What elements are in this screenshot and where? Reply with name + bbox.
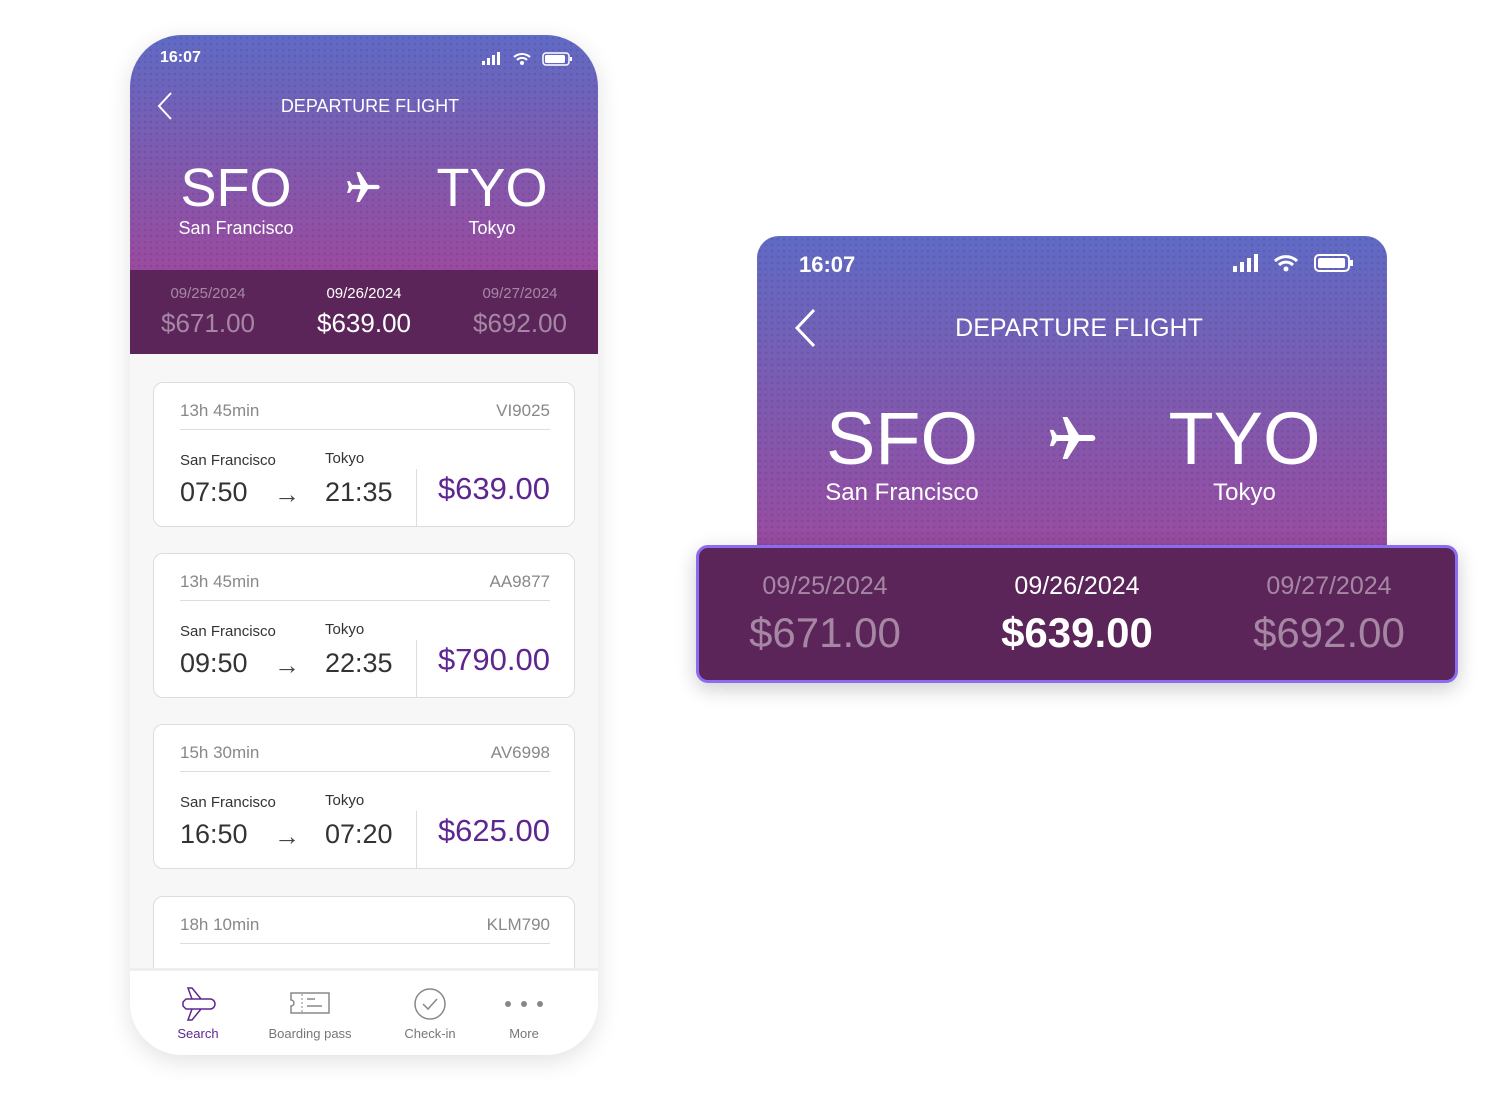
departure-time: 16:50	[180, 819, 248, 849]
arrow-right-icon: →	[274, 650, 300, 680]
destination-code: TYO	[436, 158, 548, 218]
duration: 18h 10min	[180, 915, 260, 934]
more-dots-icon	[505, 1001, 543, 1007]
divider	[416, 811, 417, 869]
date-price: $671.00	[161, 308, 255, 338]
divider	[416, 469, 417, 527]
divider	[180, 943, 550, 944]
nav-check-in[interactable]: Check-in	[390, 985, 470, 1041]
date-option[interactable]: 09/27/2024 $692.00	[473, 285, 567, 339]
nav-label: Boarding pass	[268, 1026, 352, 1041]
flight-code: AA9877	[489, 572, 551, 591]
origin-city: San Francisco	[825, 479, 979, 506]
to-city: Tokyo	[325, 621, 365, 638]
airplane-icon	[182, 987, 216, 1021]
duration: 15h 30min	[180, 743, 260, 762]
check-circle-icon	[414, 988, 446, 1020]
date-option[interactable]: 09/25/2024 $671.00	[161, 285, 255, 339]
nav-search[interactable]: Search	[158, 985, 238, 1041]
arrival-time: 07:20	[325, 819, 393, 849]
date-label: 09/27/2024	[1266, 571, 1392, 600]
date-label: 09/26/2024	[1014, 571, 1140, 600]
status-time: 16:07	[160, 49, 201, 66]
date-option-selected[interactable]: 09/26/2024 $639.00	[1001, 572, 1153, 657]
airplane-icon	[1049, 417, 1096, 459]
date-price: $692.00	[1253, 608, 1405, 656]
date-option[interactable]: 09/27/2024 $692.00	[1253, 572, 1405, 657]
date-label: 09/27/2024	[482, 285, 558, 302]
date-option[interactable]: 09/25/2024 $671.00	[749, 572, 901, 657]
flight-code: AV6998	[490, 743, 550, 762]
zoomed-header: 16:07 DEPARTURE FLIGHT SFO San Francisco…	[757, 236, 1387, 556]
departure-time: 07:50	[180, 477, 248, 507]
arrival-time: 21:35	[325, 477, 393, 507]
status-time: 16:07	[799, 252, 856, 277]
flight-code: VI9025	[496, 401, 550, 420]
nav-boarding-pass[interactable]: Boarding pass	[260, 985, 360, 1041]
destination-city: Tokyo	[468, 218, 516, 238]
date-option-selected[interactable]: 09/26/2024 $639.00	[317, 285, 411, 339]
divider	[416, 640, 417, 698]
page-title: DEPARTURE FLIGHT	[280, 96, 460, 116]
header: 16:07 DEPARTURE FLIGHT SFO San Francisco…	[130, 35, 598, 270]
flight-price: $639.00	[437, 471, 550, 506]
arrow-right-icon: →	[274, 821, 300, 851]
divider	[180, 771, 550, 772]
flight-code: KLM790	[486, 915, 550, 934]
date-price: $639.00	[1001, 608, 1153, 656]
ticket-icon	[290, 992, 330, 1014]
from-city: San Francisco	[180, 794, 276, 811]
date-selector: 09/25/2024 $671.00 09/26/2024 $639.00 09/2…	[130, 270, 598, 354]
flight-card[interactable]: 13h 45min AA9877 San Francisco Tokyo 09:…	[153, 553, 575, 698]
duration: 13h 45min	[180, 401, 260, 420]
divider	[180, 429, 550, 430]
from-city: San Francisco	[180, 623, 276, 640]
origin-city: San Francisco	[178, 218, 294, 238]
duration: 13h 45min	[180, 572, 260, 591]
zoomed-date-selector: 09/25/2024 $671.00 09/26/2024 $639.00 09/2…	[696, 545, 1458, 683]
status-icons	[482, 52, 572, 66]
page-title: DEPARTURE FLIGHT	[955, 314, 1203, 342]
date-label: 09/25/2024	[170, 285, 246, 302]
destination-code: TYO	[1168, 397, 1321, 480]
date-price: $639.00	[317, 308, 411, 338]
from-city: San Francisco	[180, 452, 276, 469]
flight-card[interactable]: 13h 45min VI9025 San Francisco Tokyo 07:…	[153, 382, 575, 527]
origin-code: SFO	[825, 397, 979, 480]
divider	[180, 600, 550, 601]
flight-price: $625.00	[437, 813, 550, 848]
nav-more[interactable]: More	[484, 985, 564, 1041]
date-label: 09/25/2024	[762, 571, 888, 600]
date-label: 09/26/2024	[326, 285, 402, 302]
flight-card[interactable]: 15h 30min AV6998 San Francisco Tokyo 16:…	[153, 724, 575, 869]
flight-price: $790.00	[437, 642, 550, 677]
arrival-time: 22:35	[325, 648, 393, 678]
date-price: $671.00	[749, 608, 901, 656]
bottom-nav: Search Boarding pass Check-in More	[130, 968, 598, 1055]
arrow-right-icon: →	[274, 479, 300, 509]
departure-time: 09:50	[180, 648, 248, 678]
to-city: Tokyo	[325, 792, 365, 809]
nav-label: More	[509, 1026, 539, 1041]
to-city: Tokyo	[325, 450, 365, 467]
date-price: $692.00	[473, 308, 567, 338]
nav-label: Check-in	[404, 1026, 456, 1041]
airplane-icon	[347, 172, 380, 202]
origin-code: SFO	[180, 158, 292, 218]
nav-label: Search	[177, 1026, 219, 1041]
status-icons	[1233, 254, 1353, 272]
phone-screen: 16:07 DEPARTURE FLIGHT SFO San Francisco…	[130, 35, 598, 1055]
destination-city: Tokyo	[1213, 479, 1276, 506]
